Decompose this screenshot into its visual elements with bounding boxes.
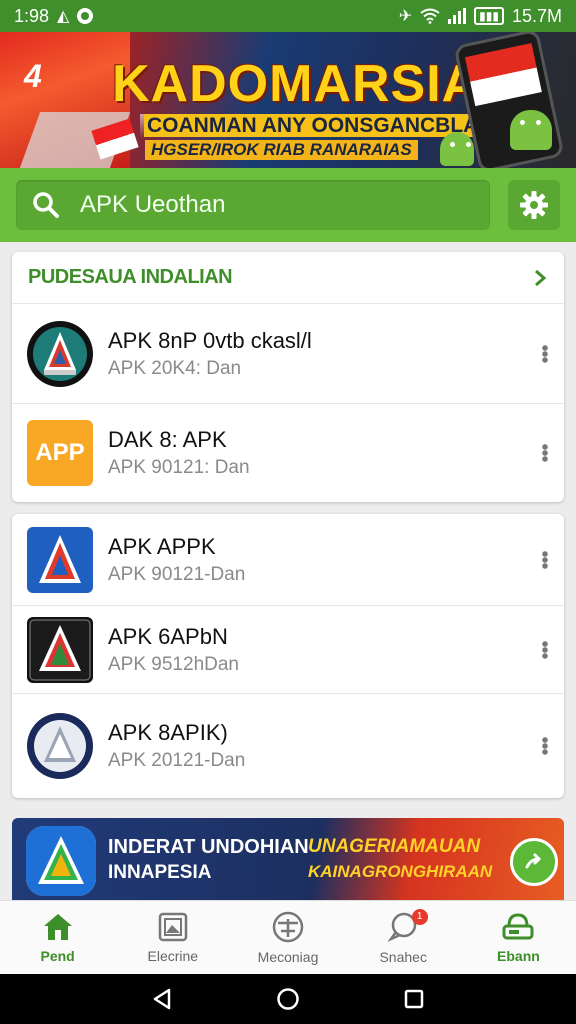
banner-title: KADOMARSIA (112, 55, 481, 113)
nav-label: Elecrine (147, 947, 199, 964)
wifi-icon (420, 8, 440, 24)
home-icon (43, 913, 72, 940)
system-nav-bar (0, 974, 576, 1024)
banner-subtitle: COANMAN ANY OONSGANCBLAS (140, 114, 500, 138)
banner-logo: 4 (24, 58, 42, 94)
app-name: DAK 8: APK (108, 427, 227, 452)
nav-item-meconiag[interactable]: Meconiag (230, 901, 345, 974)
android-icon (440, 132, 474, 166)
more-icon[interactable] (542, 640, 548, 659)
promo-title: INDERAT UNDOHIAN (108, 836, 309, 858)
list-item[interactable]: APK 8nP 0vtb ckasl/l APK 20K4: Dan (12, 304, 564, 404)
search-input[interactable]: APK Ueothan (16, 180, 490, 230)
status-data: 15.7M (511, 5, 562, 26)
bottom-nav: Pend Elecrine Meconiag 1 Snahec Ebann (0, 900, 576, 974)
dot-icon (77, 8, 94, 24)
share-button[interactable] (510, 838, 558, 886)
search-value: APK Ueothan (80, 191, 226, 218)
list-item[interactable]: APK APPK APK 90121-Dan (12, 514, 564, 606)
more-icon[interactable] (542, 444, 548, 462)
app-name: APK 6APbN (108, 623, 228, 649)
app-icon (26, 712, 94, 780)
nav-label: Snahec (379, 948, 427, 965)
home-button-icon[interactable] (276, 987, 300, 1011)
drive-icon (502, 912, 534, 939)
section-title: PUDESAUA INDALIAN (28, 266, 233, 288)
section-header[interactable]: PUDESAUA INDALIAN (12, 252, 564, 304)
nfc-icon: ✈ (398, 8, 413, 25)
globe-icon (272, 911, 304, 942)
android-icon (510, 110, 552, 150)
app-meta: APK 20121-Dan (108, 750, 246, 771)
settings-button[interactable] (508, 180, 560, 230)
app-icon: APP (26, 419, 94, 487)
list-item[interactable]: APK 6APbN APK 9512hDan (12, 606, 564, 694)
section-card: APK APPK APK 90121-Dan APK 6APbN APK 951… (12, 514, 564, 798)
promo-card[interactable]: INDERAT UNDOHIAN INNAPESIA UNAGERIAMAUAN… (12, 818, 564, 900)
image-icon (158, 912, 188, 941)
promo-logo (26, 826, 96, 896)
nav-label: Ebann (497, 947, 540, 964)
more-icon[interactable] (542, 344, 548, 363)
search-icon (33, 192, 59, 218)
arrow-icon (525, 853, 542, 869)
app-icon (26, 526, 94, 594)
app-meta: APK 20K4: Dan (108, 357, 242, 379)
promo-highlight-sub: KAINAGRONGHIRAAN (308, 862, 493, 881)
recents-icon[interactable] (403, 988, 425, 1010)
list-item[interactable]: APP DAK 8: APK APK 90121: Dan (12, 404, 564, 502)
promo-banner[interactable]: 4 KADOMARSIA COANMAN ANY OONSGANCBLAS HG… (0, 32, 576, 168)
promo-subtitle: INNAPESIA (108, 862, 212, 883)
app-name: APK 8nP 0vtb ckasl/l (108, 327, 312, 353)
app-name: APK 8APIK) (108, 720, 228, 745)
app-meta: APK 90121: Dan (108, 457, 250, 478)
app-meta: APK 90121-Dan (108, 563, 246, 585)
nav-item-snahec[interactable]: 1 Snahec (346, 901, 461, 974)
nav-item-elecrine[interactable]: Elecrine (115, 901, 230, 974)
gear-icon (520, 191, 548, 219)
chevron-right-icon[interactable] (532, 269, 548, 287)
section-card: PUDESAUA INDALIAN APK 8nP 0vtb ckasl/l A… (12, 252, 564, 502)
list-item[interactable]: APK 8APIK) APK 20121-Dan (12, 694, 564, 798)
nav-item-ebann[interactable]: Ebann (461, 901, 576, 974)
more-icon[interactable] (542, 737, 548, 755)
status-time: 1:98 (14, 5, 50, 26)
app-icon (26, 320, 94, 388)
app-meta: APK 9512hDan (108, 653, 239, 675)
signal-icon (448, 8, 467, 24)
promo-highlight: UNAGERIAMAUAN (308, 836, 481, 857)
nav-item-home[interactable]: Pend (0, 901, 115, 974)
app-name: APK APPK (108, 533, 216, 559)
battery-icon: ▮▮▮ (474, 7, 504, 25)
search-bar: APK Ueothan (0, 168, 576, 242)
status-bar: 1:98 ◭ ✈ ▮▮▮ 15.7M (0, 0, 576, 32)
nav-label: Meconiag (257, 948, 319, 965)
more-icon[interactable] (542, 550, 548, 569)
notification-badge: 1 (411, 909, 428, 925)
back-icon[interactable] (151, 988, 173, 1010)
banner-tagline: HGSER/IROK RIAB RANARAIAS (145, 140, 418, 160)
notification-icon: ◭ (57, 8, 70, 25)
nav-label: Pend (40, 947, 75, 964)
app-icon (26, 616, 94, 684)
